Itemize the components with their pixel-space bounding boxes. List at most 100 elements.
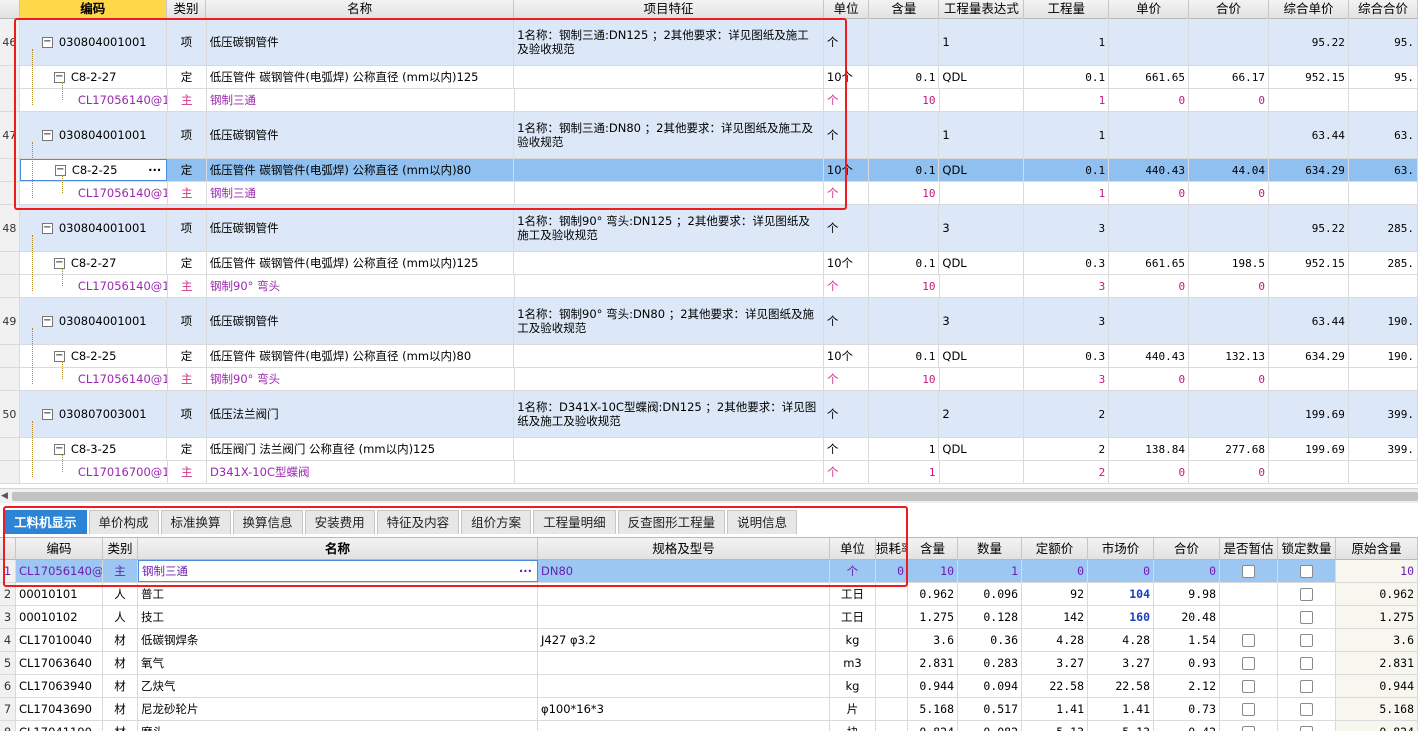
scroll-left-icon[interactable]: ◀ [1,491,8,501]
cell-total-price[interactable]: 0.93 [1154,652,1220,674]
estimate-checkbox[interactable] [1242,633,1255,647]
cell-category[interactable]: 定 [167,345,207,367]
collapse-icon[interactable]: − [53,350,65,362]
tab-8[interactable]: 工程量明细 [533,510,616,534]
tab-5[interactable]: 安装费用 [304,510,375,534]
cell-content[interactable]: 10 [869,182,940,204]
estimate-checkbox[interactable] [1242,679,1255,693]
cell-quota-price[interactable]: 142 [1022,606,1088,628]
cell-unit-price[interactable]: 0 [1109,89,1190,111]
cell-unit-price[interactable]: 0 [1109,182,1190,204]
cell-quantity[interactable]: 0.082 [958,721,1022,731]
cell-unit[interactable]: 个 [824,461,870,483]
cell-code[interactable]: −030804001001 [20,112,168,158]
cell-market-price[interactable]: 5.13 [1088,721,1154,731]
cell-composite-unit-price[interactable]: 95.22 [1269,19,1349,65]
cell-loss-rate[interactable] [876,675,908,697]
cell-content[interactable]: 1.275 [908,606,958,628]
cell-name[interactable]: 低压管件 碳钢管件(电弧焊) 公称直径 (mm以内)80 [207,345,515,367]
column-header-original-content[interactable]: 原始含量 [1336,538,1418,560]
cell-name[interactable]: 低压阀门 法兰阀门 公称直径 (mm以内)125 [207,438,515,460]
cell-loss-rate[interactable] [876,606,908,628]
tab-7[interactable]: 组价方案 [461,510,532,534]
resource-row[interactable]: 7 CL17043690 材尼龙砂轮片 φ100*16*3 片 5.168 0.517 1.4… [0,698,1418,721]
cell-unit-price[interactable] [1109,391,1190,437]
cell-code[interactable]: CL17056140@10 [20,182,168,204]
bill-row-quota[interactable]: − C8-2-25 定低压管件 碳钢管件(电弧焊) 公称直径 (mm以内)80 10个… [0,345,1418,368]
cell-lock-quantity[interactable] [1278,675,1336,697]
cell-quantity[interactable]: 0.1 [1024,66,1110,88]
bill-row-main[interactable]: CL17056140@11 主钢制90° 弯头个 10 3 0 0 [0,275,1418,298]
scrollbar-thumb[interactable] [12,492,1418,501]
cell-original-content[interactable]: 0.944 [1336,675,1418,697]
column-header-lock-quantity[interactable]: 锁定数量 [1278,538,1336,560]
cell-code[interactable]: CL17056140@13 [20,89,168,111]
cell-spec[interactable] [538,606,830,628]
cell-unit[interactable]: 个 [824,275,870,297]
cell-unit[interactable]: 个 [824,89,870,111]
cell-feature[interactable]: 1名称：D341X-10C型蝶阀:DN125 ；2其他要求：详见图纸及施工及验收… [514,391,824,437]
cell-category[interactable]: 项 [167,298,207,344]
cell-spec[interactable]: DN80 [538,560,830,582]
cell-category[interactable]: 材 [103,721,138,731]
bill-row-main[interactable]: CL17056140@13 主钢制三通个 10 1 0 0 [0,89,1418,112]
cell-content[interactable] [869,298,940,344]
cell-spec[interactable] [538,652,830,674]
column-header-composite-total[interactable]: 综合合价 [1349,0,1418,19]
cell-code[interactable]: −030807003001 [20,391,168,437]
cell-loss-rate[interactable] [876,721,908,731]
bill-row-item[interactable]: 50−030807003001 项低压法兰阀门 1名称：D341X-10C型蝶阀:D… [0,391,1418,438]
cell-category[interactable]: 材 [103,652,138,674]
cell-quantity[interactable]: 0.128 [958,606,1022,628]
bill-row-main[interactable]: CL17016700@11 主 D341X-10C型蝶阀个 1 2 0 0 [0,461,1418,484]
cell-content[interactable]: 0.962 [908,583,958,605]
cell-feature[interactable]: 1名称：钢制90° 弯头:DN125 ；2其他要求：详见图纸及施工及验收规范 [514,205,824,251]
cell-market-price[interactable]: 4.28 [1088,629,1154,651]
cell-total-price[interactable]: 0 [1189,182,1270,204]
cell-category[interactable]: 主 [168,182,208,204]
cell-quantity[interactable]: 0.3 [1024,252,1110,274]
cell-category[interactable]: 项 [167,19,207,65]
collapse-icon[interactable]: − [41,129,53,141]
column-header-category[interactable]: 类别 [103,538,138,560]
lock-checkbox[interactable] [1300,633,1313,647]
cell-content[interactable]: 10 [908,560,958,582]
cell-unit[interactable]: 个 [824,391,870,437]
horizontal-scrollbar[interactable]: ◀ [0,488,1418,503]
cell-composite-total[interactable]: 190. [1349,345,1418,367]
cell-code[interactable]: − C8-2-27 [20,252,168,274]
cell-feature[interactable] [514,438,824,460]
resource-row[interactable]: 4 CL17010040 材低碳钢焊条 J427 φ3.2 kg 3.6 0.36 4.28 4… [0,629,1418,652]
cell-quantity-expression[interactable] [940,182,1025,204]
cell-composite-total[interactable]: 95. [1349,19,1418,65]
cell-quantity[interactable]: 2 [1024,438,1110,460]
column-header-total-price[interactable]: 合价 [1189,0,1269,19]
cell-composite-total[interactable]: 285. [1349,252,1418,274]
cell-unit-price[interactable]: 138.84 [1109,438,1190,460]
cell-quantity-expression[interactable] [940,461,1025,483]
cell-name[interactable]: 尼龙砂轮片 [138,698,538,720]
cell-loss-rate[interactable] [876,629,908,651]
cell-unit[interactable]: 10个 [824,252,870,274]
collapse-icon[interactable]: − [53,443,65,455]
lock-checkbox[interactable] [1300,725,1313,731]
cell-composite-total[interactable] [1349,461,1418,483]
cell-name[interactable]: 低压碳钢管件 [207,19,515,65]
cell-name[interactable]: 低压碳钢管件 [207,112,515,158]
cell-quantity[interactable]: 3 [1024,205,1110,251]
cell-quantity-expression[interactable]: 2 [939,391,1025,437]
cell-total-price[interactable] [1189,205,1269,251]
resource-row[interactable]: 1CL17056140@10主钢制三通···DN80个010100010 [0,560,1418,583]
column-header-feature[interactable]: 项目特征 [514,0,824,19]
collapse-icon[interactable]: − [41,315,53,327]
cell-content[interactable]: 10 [869,368,940,390]
cell-is-estimate[interactable] [1220,675,1278,697]
cell-name[interactable]: 钢制三通 ··· [138,560,538,582]
cell-quota-price[interactable]: 4.28 [1022,629,1088,651]
cell-category[interactable]: 主 [103,560,138,582]
cell-composite-unit-price[interactable] [1269,275,1349,297]
cell-content[interactable]: 0.824 [908,721,958,731]
cell-category[interactable]: 主 [168,368,208,390]
column-header-quantity[interactable]: 工程量 [1024,0,1110,19]
cell-unit-price[interactable] [1109,112,1190,158]
